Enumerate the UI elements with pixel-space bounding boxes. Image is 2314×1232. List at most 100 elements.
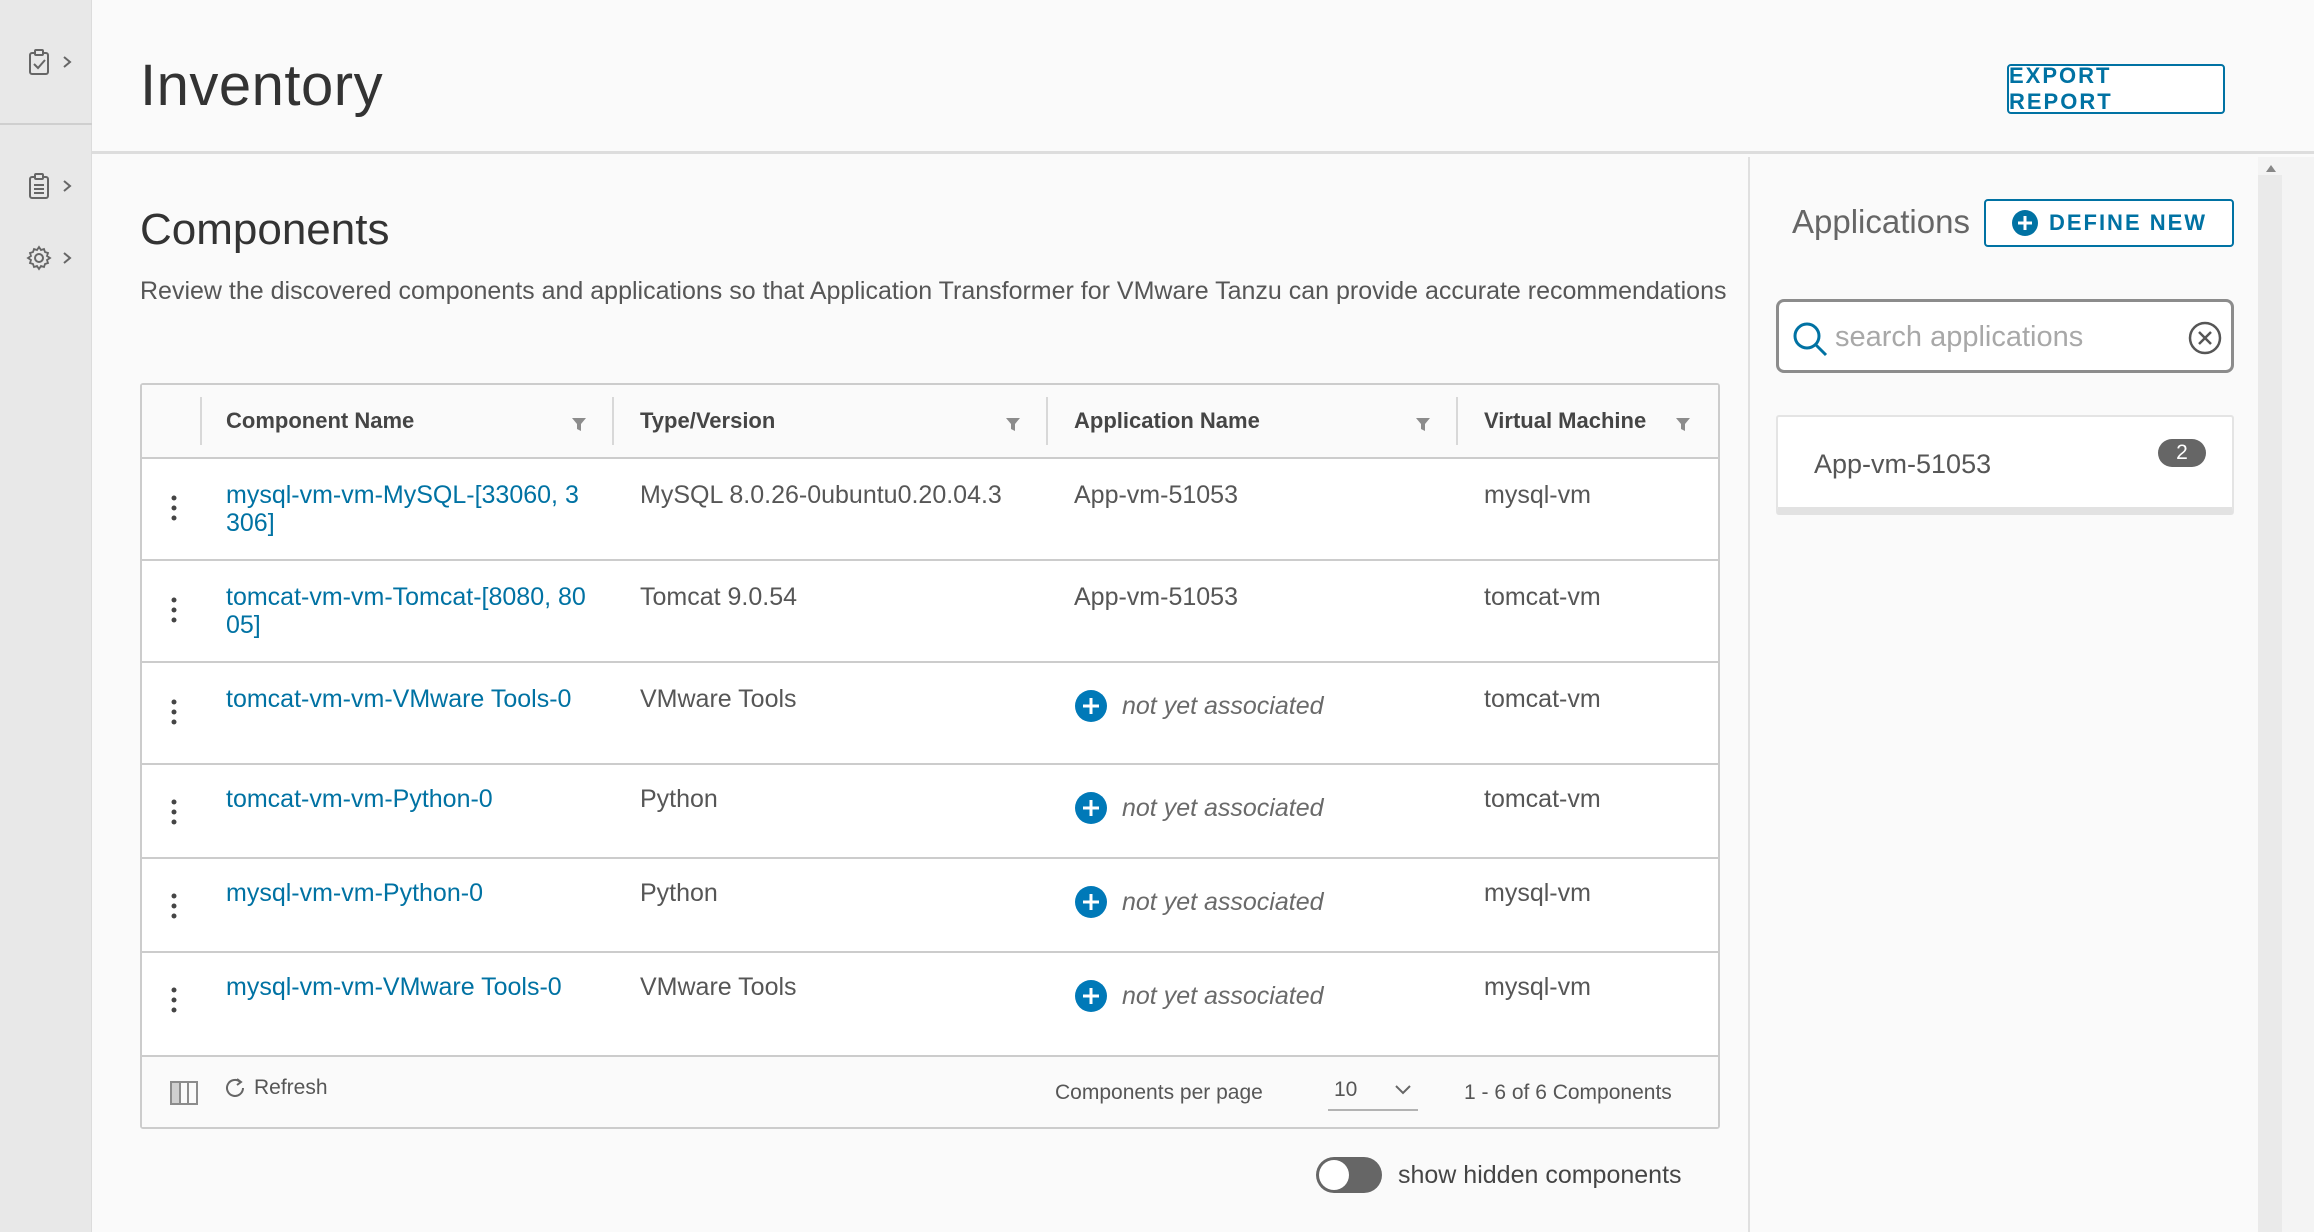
application-card[interactable]: App-vm-51053 2 <box>1776 415 2234 515</box>
filter-icon[interactable] <box>570 415 588 433</box>
nav-item-inventory[interactable] <box>24 164 88 208</box>
type-version: VMware Tools <box>640 685 797 713</box>
refresh-button[interactable]: Refresh <box>222 1075 328 1101</box>
scrollbar-track[interactable] <box>2258 175 2282 1232</box>
chevron-right-icon <box>63 180 72 192</box>
filter-icon[interactable] <box>1004 415 1022 433</box>
gear-icon <box>26 245 52 271</box>
main-content: Components Review the discovered compone… <box>92 157 1748 1232</box>
paging-info: 1 - 6 of 6 Components <box>1464 1081 1672 1104</box>
associate-application-action[interactable]: not yet associated <box>1074 885 1324 919</box>
applications-panel: Applications DEFINE NEW App-vm-51053 2 <box>1748 157 2258 1232</box>
not-yet-associated-label: not yet associated <box>1122 887 1324 916</box>
kebab-icon[interactable] <box>168 697 180 727</box>
virtual-machine: tomcat-vm <box>1484 785 1601 813</box>
nav-rail <box>0 0 92 1232</box>
nav-item-assessment[interactable] <box>24 40 88 84</box>
define-new-application-button[interactable]: DEFINE NEW <box>1984 199 2234 247</box>
export-report-button[interactable]: EXPORT REPORT <box>2007 63 2225 114</box>
associate-application-action[interactable]: not yet associated <box>1074 689 1324 723</box>
plus-circle-icon <box>1075 690 1107 722</box>
type-version: Tomcat 9.0.54 <box>640 583 798 611</box>
associate-application-action[interactable]: not yet associated <box>1074 979 1324 1013</box>
table-row: mysql-vm-vm-VMware Tools-0 VMware Tools … <box>142 953 1718 1055</box>
plus-circle-icon <box>1075 980 1107 1012</box>
not-yet-associated-label: not yet associated <box>1122 691 1324 720</box>
application-name: App-vm-51053 <box>1074 583 1238 611</box>
clipboard-list-icon <box>29 173 49 199</box>
component-name-link[interactable]: tomcat-vm-vm-VMware Tools-0 <box>226 685 596 713</box>
refresh-icon <box>226 1078 244 1097</box>
table-footer: Refresh Components per page 10 1 - 6 of … <box>142 1055 1718 1127</box>
per-page-select[interactable]: 10 <box>1328 1071 1418 1111</box>
component-name-link[interactable]: tomcat-vm-vm-Python-0 <box>226 785 596 813</box>
kebab-icon[interactable] <box>168 985 180 1015</box>
per-page-value: 10 <box>1334 1078 1358 1101</box>
scrollbar[interactable] <box>2258 157 2314 1232</box>
chevron-right-icon <box>63 252 72 264</box>
column-toggle-icon[interactable] <box>170 1081 198 1105</box>
type-version: Python <box>640 879 718 907</box>
virtual-machine: tomcat-vm <box>1484 685 1601 713</box>
type-version: Python <box>640 785 718 813</box>
type-version: VMware Tools <box>640 973 797 1001</box>
nav-divider <box>0 123 92 125</box>
associate-application-action[interactable]: not yet associated <box>1074 791 1324 825</box>
plus-circle-icon <box>1075 792 1107 824</box>
table-row: mysql-vm-vm-Python-0 Python not yet asso… <box>142 859 1718 953</box>
nav-item-settings[interactable] <box>24 236 88 280</box>
table-header: Component Name Type/Version Application … <box>142 385 1718 459</box>
components-table: Component Name Type/Version Application … <box>140 383 1720 1129</box>
type-version: MySQL 8.0.26-0ubuntu0.20.04.3 <box>640 481 1002 509</box>
plus-circle-icon <box>2011 210 2038 236</box>
kebab-icon[interactable] <box>168 493 180 523</box>
scroll-up-arrow-icon[interactable] <box>2265 163 2277 173</box>
chevron-right-icon <box>63 56 72 68</box>
column-header-component-name[interactable]: Component Name <box>226 385 414 457</box>
page-title: Inventory <box>140 53 384 118</box>
clipboard-check-icon <box>29 49 49 75</box>
table-row: tomcat-vm-vm-Python-0 Python not yet ass… <box>142 765 1718 859</box>
component-name-link[interactable]: tomcat-vm-vm-Tomcat-[8080, 8005] <box>226 583 586 639</box>
kebab-icon[interactable] <box>168 797 180 827</box>
application-name: App-vm-51053 <box>1074 481 1238 509</box>
not-yet-associated-label: not yet associated <box>1122 981 1324 1010</box>
column-header-application-name[interactable]: Application Name <box>1074 385 1260 457</box>
applications-title: Applications <box>1792 203 1970 240</box>
kebab-icon[interactable] <box>168 595 180 625</box>
clear-circle-icon[interactable] <box>2187 320 2223 356</box>
define-new-label: DEFINE NEW <box>2048 210 2208 235</box>
component-count-badge: 2 <box>2158 439 2206 467</box>
column-separator <box>200 397 202 445</box>
per-page-label: Components per page <box>1055 1081 1263 1104</box>
virtual-machine: mysql-vm <box>1484 973 1591 1001</box>
component-name-link[interactable]: mysql-vm-vm-Python-0 <box>226 879 596 907</box>
section-title: Components <box>140 205 390 254</box>
component-name-link[interactable]: mysql-vm-vm-VMware Tools-0 <box>226 973 596 1001</box>
page-header: Inventory EXPORT REPORT <box>92 0 2314 154</box>
application-card-name: App-vm-51053 <box>1814 449 1992 479</box>
virtual-machine: tomcat-vm <box>1484 583 1601 611</box>
virtual-machine: mysql-vm <box>1484 481 1591 509</box>
search-applications-input[interactable] <box>1835 314 2175 360</box>
section-description: Review the discovered components and app… <box>140 277 1727 305</box>
column-header-type-version[interactable]: Type/Version <box>640 385 775 457</box>
show-hidden-components-label: show hidden components <box>1398 1160 1682 1189</box>
not-yet-associated-label: not yet associated <box>1122 793 1324 822</box>
chevron-down-icon <box>1395 1085 1411 1095</box>
column-header-virtual-machine[interactable]: Virtual Machine <box>1484 385 1646 457</box>
show-hidden-components-toggle[interactable] <box>1316 1157 1382 1193</box>
table-row: mysql-vm-vm-MySQL-[33060, 3306] MySQL 8.… <box>142 459 1718 561</box>
column-separator[interactable] <box>612 397 614 445</box>
filter-icon[interactable] <box>1414 415 1432 433</box>
plus-circle-icon <box>1075 886 1107 918</box>
column-separator[interactable] <box>1456 397 1458 445</box>
table-row: tomcat-vm-vm-VMware Tools-0 VMware Tools… <box>142 663 1718 765</box>
search-icon <box>1793 322 1828 357</box>
table-row: tomcat-vm-vm-Tomcat-[8080, 8005] Tomcat … <box>142 561 1718 663</box>
filter-icon[interactable] <box>1674 415 1692 433</box>
search-applications-box <box>1776 299 2234 373</box>
kebab-icon[interactable] <box>168 891 180 921</box>
column-separator[interactable] <box>1046 397 1048 445</box>
component-name-link[interactable]: mysql-vm-vm-MySQL-[33060, 3306] <box>226 481 586 537</box>
